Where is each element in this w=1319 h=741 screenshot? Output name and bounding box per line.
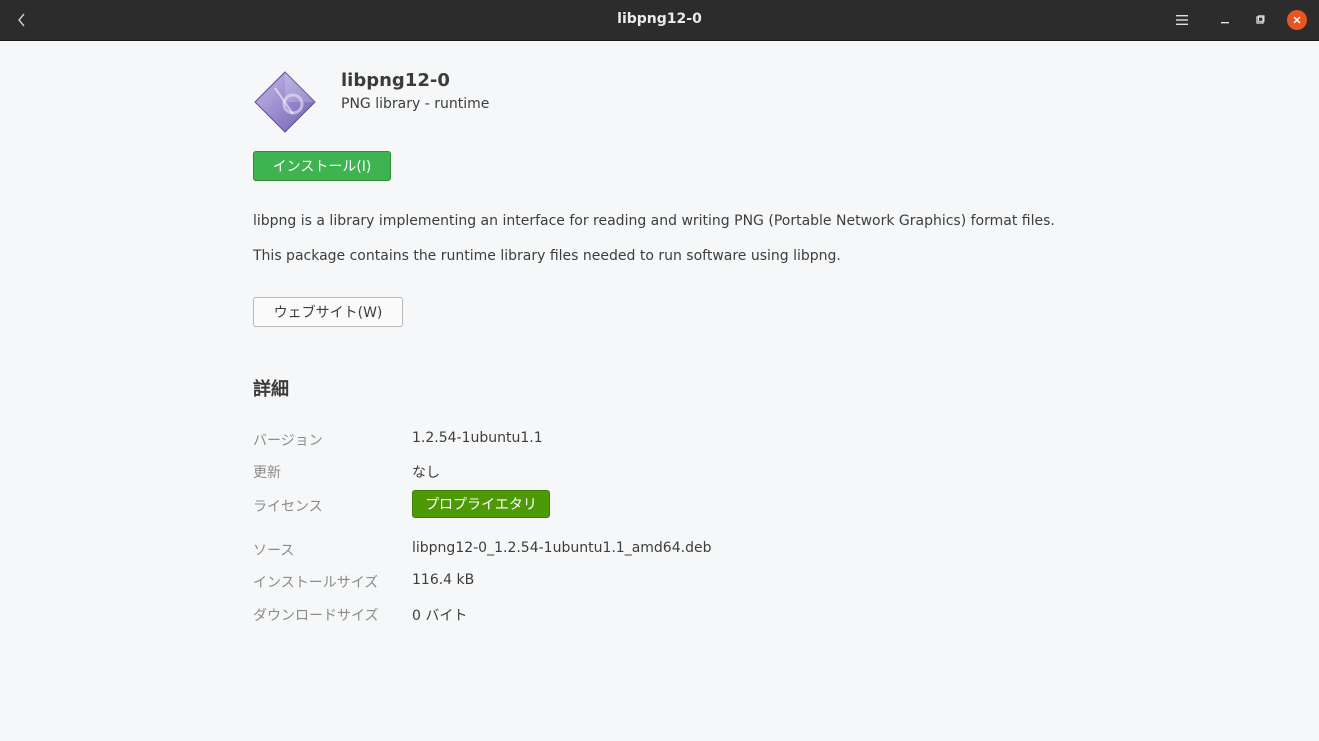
description-paragraph: This package contains the runtime librar…: [253, 248, 841, 264]
detail-value-download-size: 0 バイト: [412, 608, 468, 624]
close-button[interactable]: [1287, 10, 1307, 30]
app-summary: PNG library - runtime: [341, 96, 490, 112]
detail-value-source: libpng12-0_1.2.54-1ubuntu1.1_amd64.deb: [412, 540, 712, 556]
details-heading: 詳細: [253, 379, 289, 400]
detail-label-source: ソース: [253, 543, 295, 559]
title-bar: libpng12-0: [0, 0, 1319, 41]
description-paragraph: libpng is a library implementing an inte…: [253, 213, 1055, 229]
detail-value-version: 1.2.54-1ubuntu1.1: [412, 430, 543, 446]
close-icon: [1293, 16, 1301, 24]
detail-label-download-size: ダウンロードサイズ: [253, 608, 379, 624]
license-badge[interactable]: プロプライエタリ: [412, 490, 550, 518]
maximize-button[interactable]: [1250, 10, 1270, 30]
detail-label-installed-size: インストールサイズ: [253, 575, 379, 591]
detail-value-installed-size: 116.4 kB: [412, 572, 475, 588]
detail-label-version: バージョン: [253, 433, 323, 449]
menu-button[interactable]: [1170, 8, 1194, 32]
detail-label-license: ライセンス: [253, 499, 323, 515]
install-button[interactable]: インストール(I): [253, 151, 391, 181]
detail-label-updates: 更新: [253, 465, 281, 481]
website-button[interactable]: ウェブサイト(W): [253, 297, 403, 327]
hamburger-menu-icon: [1176, 15, 1188, 25]
package-icon: [254, 71, 316, 133]
window-title: libpng12-0: [617, 11, 702, 27]
app-name: libpng12-0: [341, 70, 450, 91]
maximize-icon: [1256, 15, 1265, 24]
minimize-icon: [1221, 22, 1229, 24]
minimize-button[interactable]: [1215, 10, 1235, 30]
detail-value-updates: なし: [412, 465, 440, 481]
